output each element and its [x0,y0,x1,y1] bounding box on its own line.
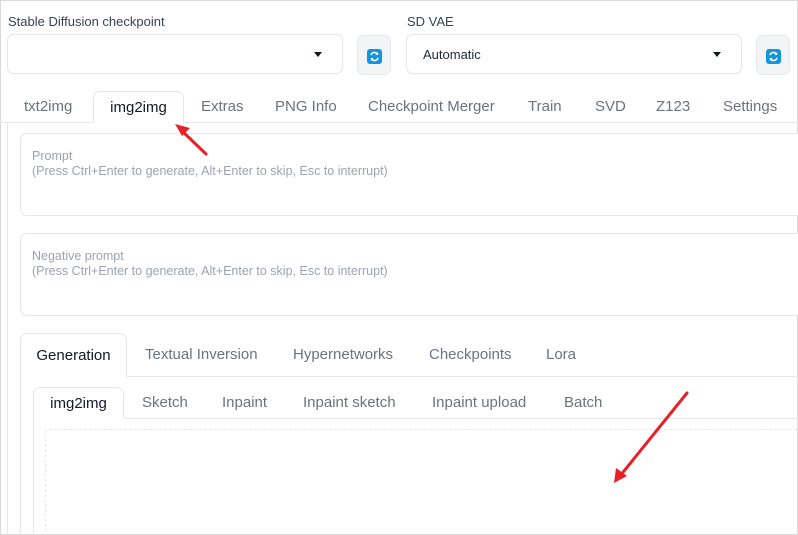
generation-tabbar: Generation Textual Inversion Hypernetwor… [20,333,798,377]
main-tabbar: txt2img img2img Extras PNG Info Checkpoi… [0,91,798,123]
tab-textual-inversion[interactable]: Textual Inversion [145,333,258,377]
image-drop-zone[interactable] [45,429,798,535]
tab-inpaint[interactable]: Inpaint [222,387,267,419]
tab-sketch[interactable]: Sketch [142,387,188,419]
vae-value: Automatic [423,47,481,62]
tab-txt2img[interactable]: txt2img [24,91,72,123]
prompt-placeholder-label: Prompt [32,149,73,163]
tab-panel-border [7,122,8,535]
img2img-panel-border [33,418,34,535]
tab-hypernetworks[interactable]: Hypernetworks [293,333,393,377]
tab-lora[interactable]: Lora [546,333,576,377]
checkpoint-dropdown[interactable] [7,34,343,74]
img2img-mode-tabbar: img2img Sketch Inpaint Inpaint sketch In… [33,387,798,419]
tab-inpaint-upload[interactable]: Inpaint upload [432,387,526,419]
chevron-down-icon [713,52,721,57]
tab-png-info[interactable]: PNG Info [275,91,337,123]
tab-mode-img2img[interactable]: img2img [33,387,124,419]
tab-generation[interactable]: Generation [20,333,127,377]
tab-z123[interactable]: Z123 [656,91,690,123]
tab-extras[interactable]: Extras [201,91,244,123]
vae-dropdown[interactable]: Automatic [406,34,742,74]
negative-prompt-placeholder-label: Negative prompt [32,249,124,263]
chevron-down-icon [314,52,322,57]
refresh-icon [367,49,382,64]
prompt-input[interactable]: Prompt (Press Ctrl+Enter to generate, Al… [20,133,798,216]
tab-inpaint-sketch[interactable]: Inpaint sketch [303,387,396,419]
tab-settings[interactable]: Settings [723,91,777,123]
checkpoint-label: Stable Diffusion checkpoint [8,14,165,29]
tab-img2img[interactable]: img2img [93,91,184,123]
negative-prompt-input[interactable]: Negative prompt (Press Ctrl+Enter to gen… [20,233,798,316]
tab-batch[interactable]: Batch [564,387,602,419]
tab-checkpoints[interactable]: Checkpoints [429,333,512,377]
negative-prompt-placeholder-hint: (Press Ctrl+Enter to generate, Alt+Enter… [32,264,388,278]
tab-svd[interactable]: SVD [595,91,626,123]
tab-train[interactable]: Train [528,91,562,123]
vae-label: SD VAE [407,14,454,29]
refresh-icon [766,49,781,64]
vae-refresh-button[interactable] [756,35,790,75]
checkpoint-refresh-button[interactable] [357,35,391,75]
generation-panel-border [20,376,21,535]
tab-checkpoint-merger[interactable]: Checkpoint Merger [368,91,495,123]
prompt-placeholder-hint: (Press Ctrl+Enter to generate, Alt+Enter… [32,164,388,178]
